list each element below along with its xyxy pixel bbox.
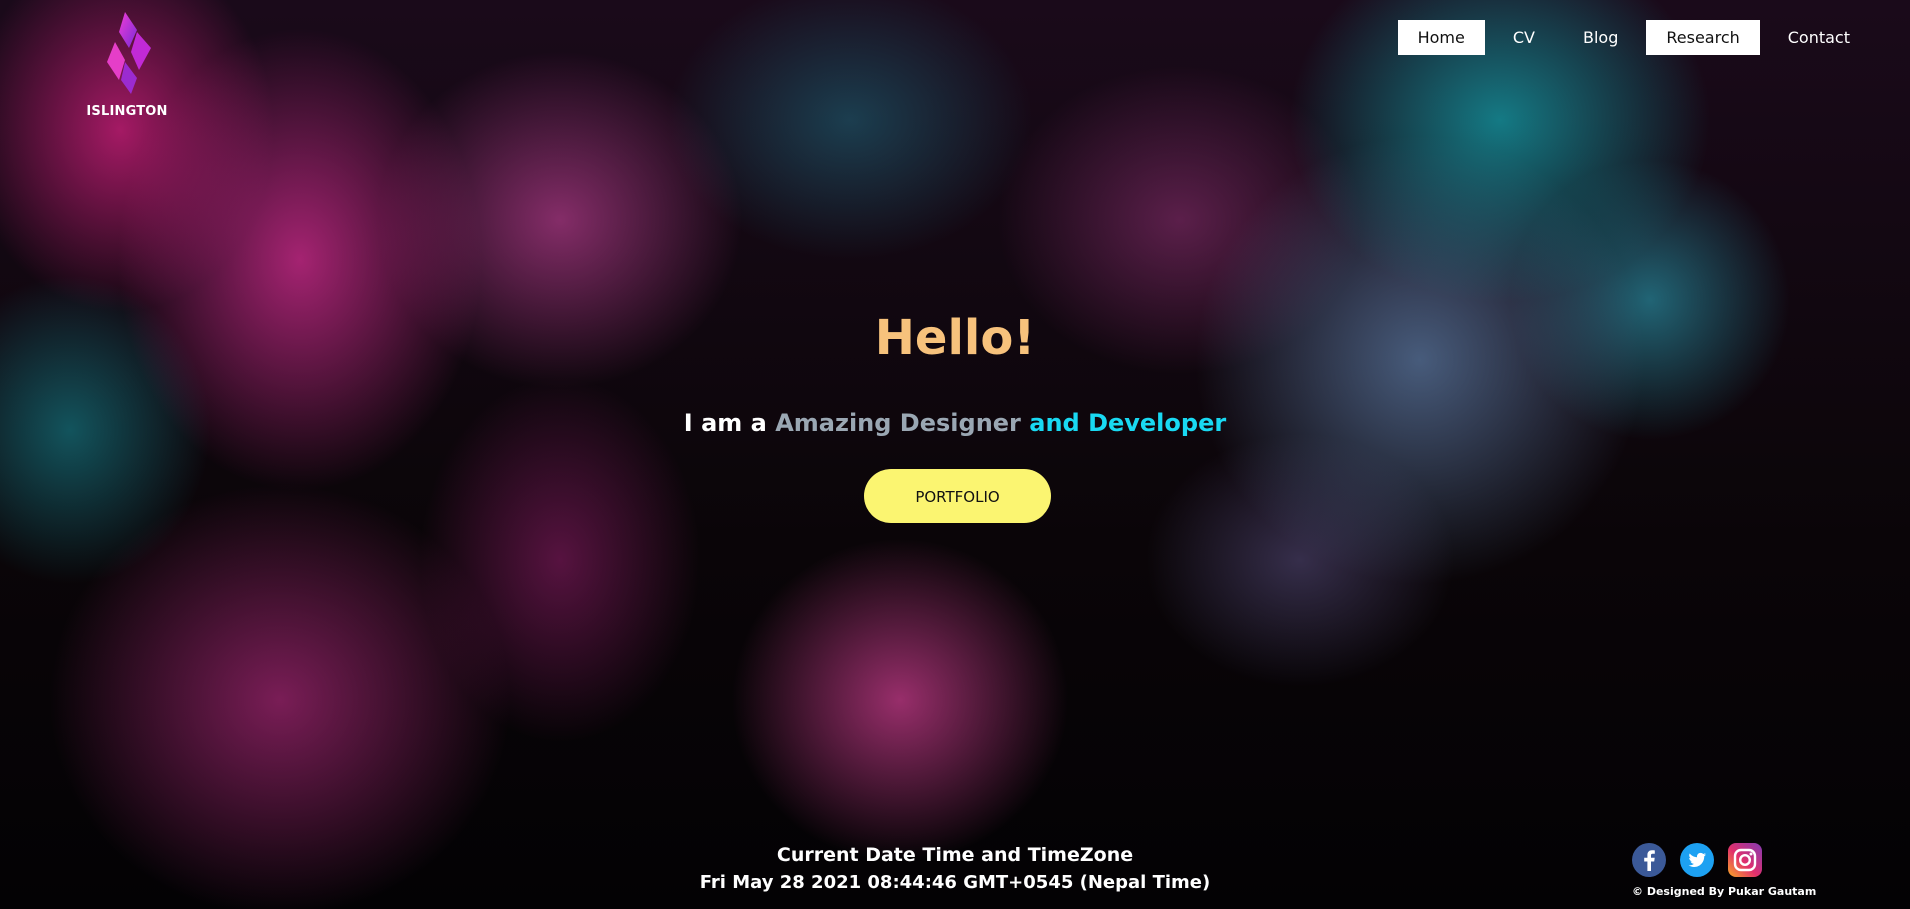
social-links xyxy=(1631,842,1763,878)
main-nav: Home CV Blog Research Contact xyxy=(1397,20,1870,55)
hero-page: ISLINGTON Home CV Blog Research Contact … xyxy=(0,0,1910,909)
nav-home[interactable]: Home xyxy=(1397,20,1485,55)
islington-logo-icon xyxy=(107,12,151,94)
facebook-icon[interactable] xyxy=(1631,842,1667,878)
nav-cv[interactable]: CV xyxy=(1493,20,1555,55)
hero-subtitle: I am a Amazing Designer and Developer xyxy=(0,409,1910,437)
subtitle-designer: Amazing Designer xyxy=(775,409,1021,437)
subtitle-intro: I am a xyxy=(683,409,776,437)
nav-research[interactable]: Research xyxy=(1646,20,1760,55)
brand-name: ISLINGTON xyxy=(86,104,168,119)
nav-blog[interactable]: Blog xyxy=(1563,20,1638,55)
brand-logo[interactable]: ISLINGTON xyxy=(82,8,172,119)
hero-title: Hello! xyxy=(874,310,1036,366)
portfolio-button[interactable]: PORTFOLIO xyxy=(864,469,1051,523)
instagram-icon[interactable] xyxy=(1727,842,1763,878)
twitter-icon[interactable] xyxy=(1679,842,1715,878)
footer-credit: © Designed By Pukar Gautam xyxy=(1632,885,1817,898)
datetime-title: Current Date Time and TimeZone xyxy=(776,844,1134,866)
nav-contact[interactable]: Contact xyxy=(1768,20,1870,55)
subtitle-developer: and Developer xyxy=(1020,409,1227,437)
datetime-block: Current Date Time and TimeZone Fri May 2… xyxy=(0,844,1910,893)
datetime-value: Fri May 28 2021 08:44:46 GMT+0545 (Nepal… xyxy=(699,872,1211,893)
